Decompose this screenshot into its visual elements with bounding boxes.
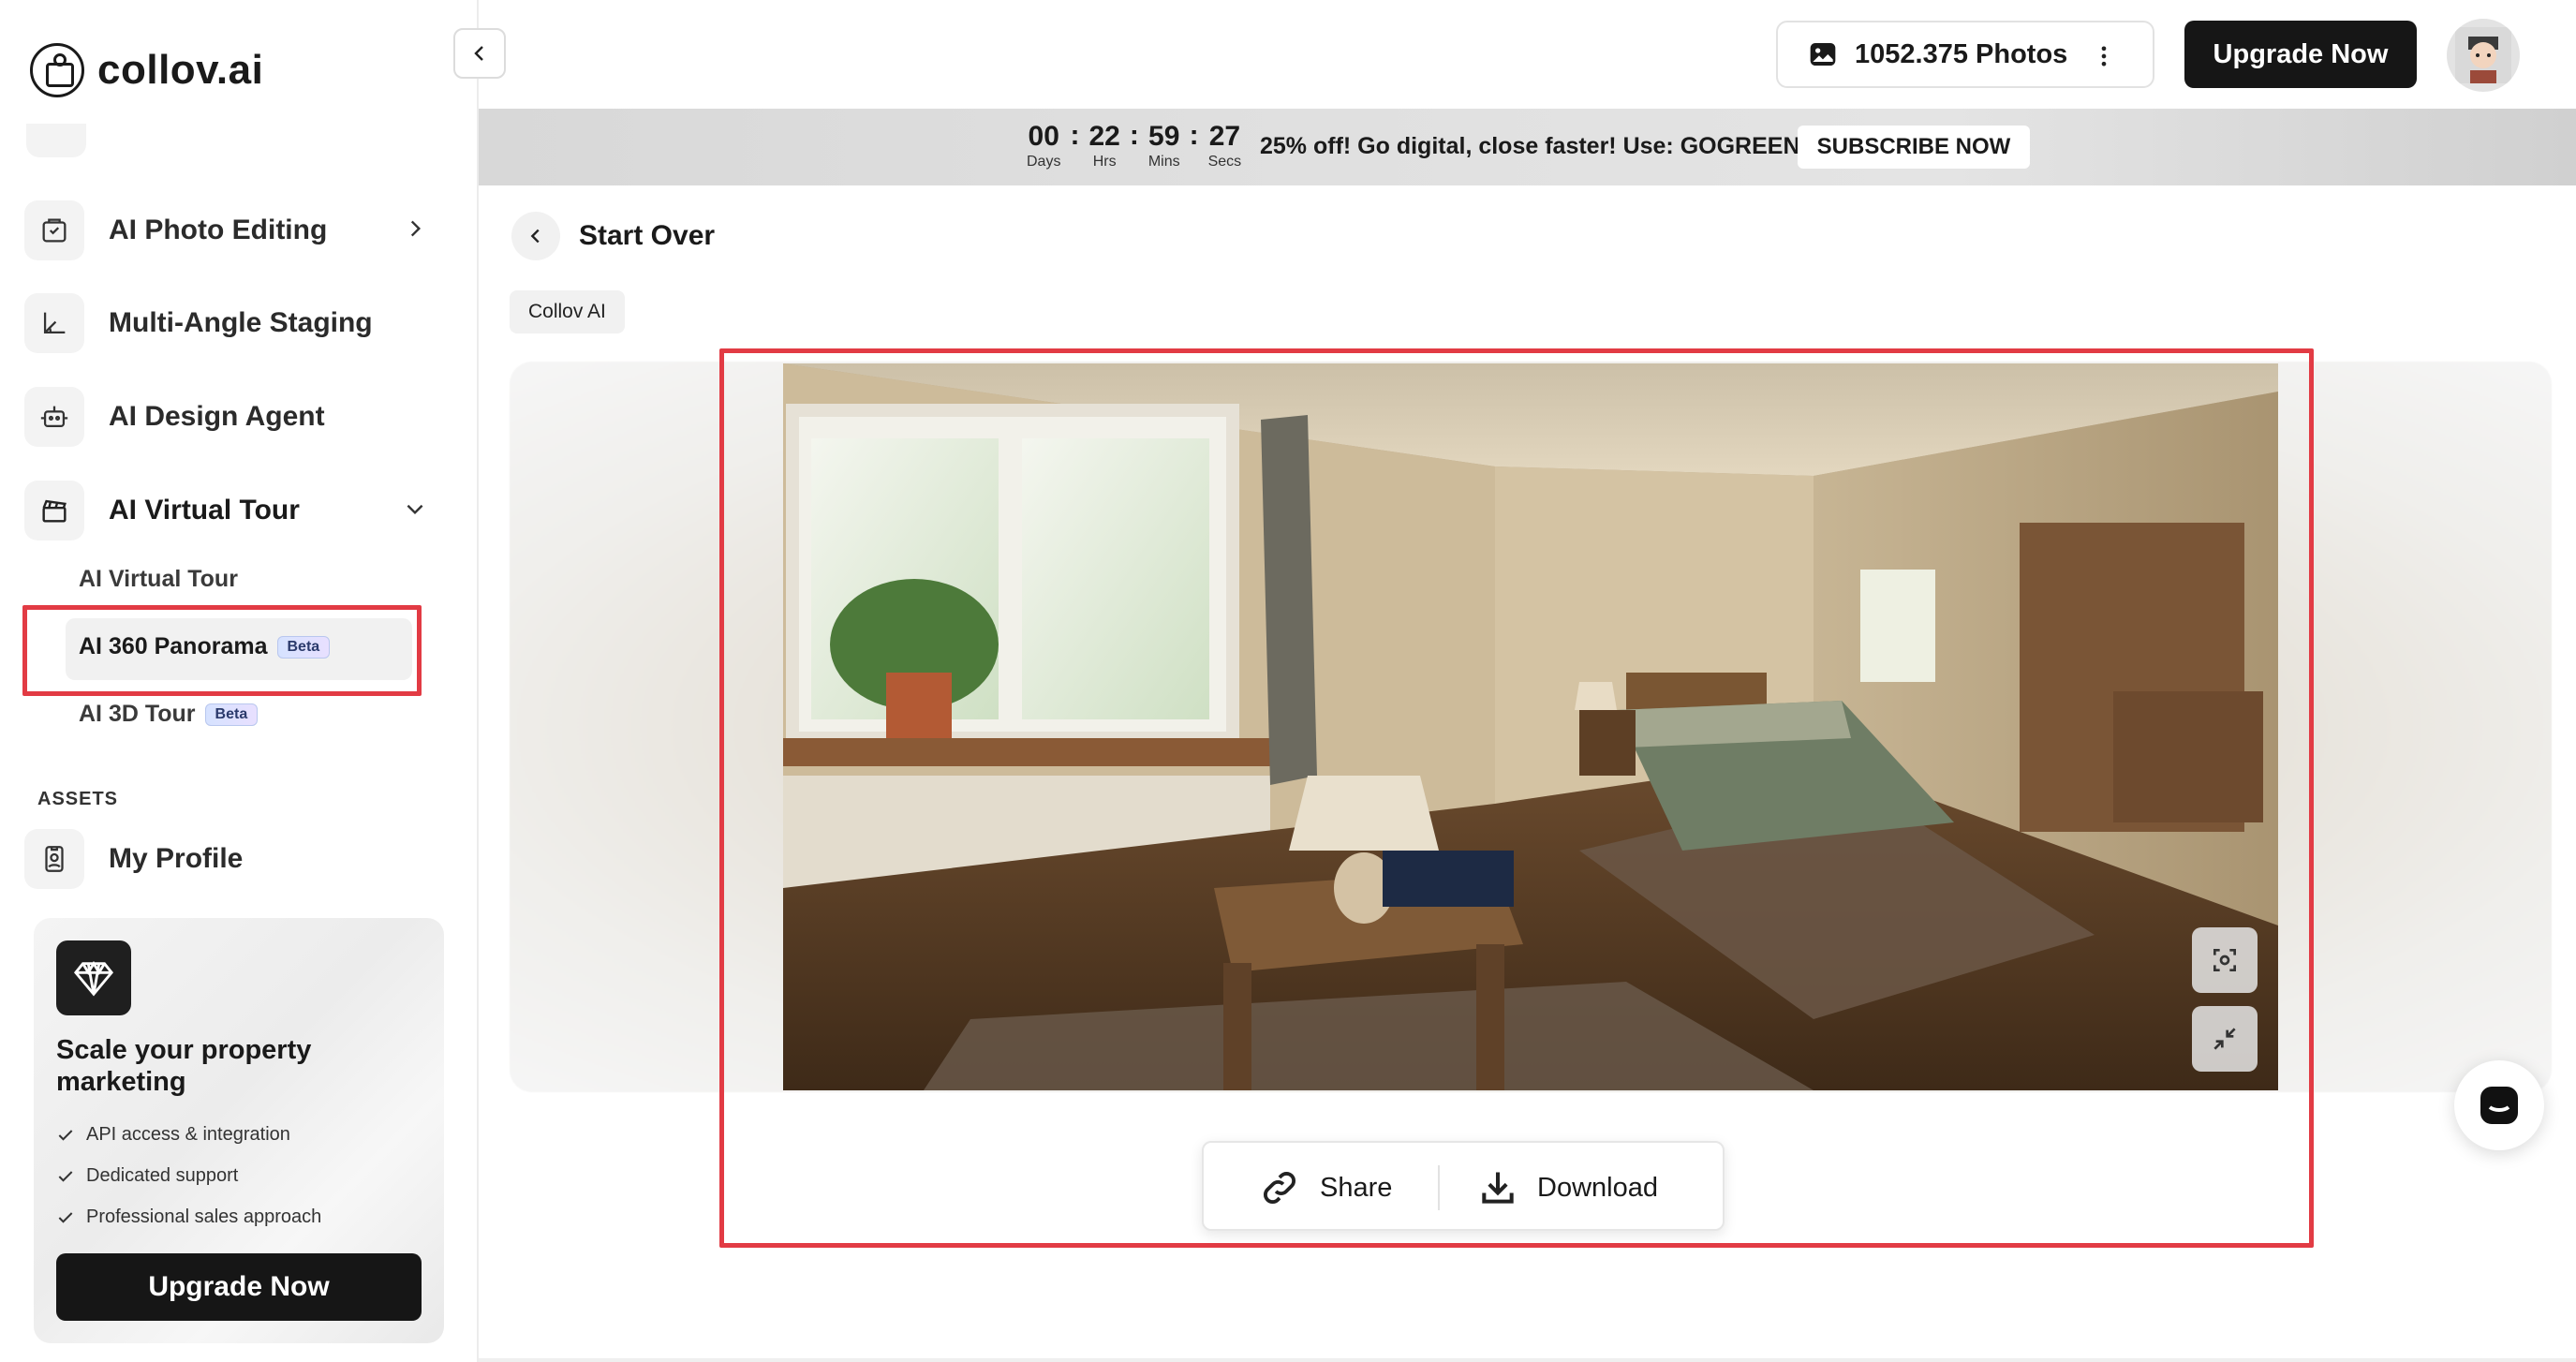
sidebar-item-ai-design-agent[interactable]: AI Design Agent	[24, 380, 446, 453]
promo-upgrade-button[interactable]: Upgrade Now	[56, 1253, 422, 1321]
countdown-value: 59	[1148, 121, 1180, 152]
countdown-minutes: 59 Mins	[1148, 122, 1180, 170]
countdown-value: 00	[1028, 121, 1059, 152]
photos-balance[interactable]: 1052.375 Photos	[1776, 21, 2154, 88]
source-tag: Collov AI	[510, 290, 625, 333]
logo[interactable]: collov.ai	[30, 43, 263, 97]
countdown-unit: Days	[1027, 154, 1061, 170]
download-button[interactable]: Download	[1477, 1143, 1658, 1233]
subitem-label: AI 3D Tour	[79, 701, 196, 727]
sidebar-item-label: My Profile	[109, 843, 244, 874]
sidebar-item-multi-angle-staging[interactable]: Multi-Angle Staging	[24, 287, 446, 360]
sidebar-item-label: AI Virtual Tour	[109, 495, 300, 526]
photo-edit-icon	[24, 200, 84, 260]
sidebar-item-partial	[26, 124, 457, 163]
subitem-label: AI Virtual Tour	[79, 566, 238, 592]
chevron-left-icon	[474, 46, 483, 61]
robot-icon	[24, 387, 84, 447]
action-bar: Share Download	[1202, 1141, 1725, 1231]
sidebar-item-ai-virtual-tour[interactable]: AI Virtual Tour	[24, 474, 446, 547]
countdown-days: 00 Days	[1027, 122, 1060, 170]
chevron-down-icon	[407, 504, 423, 515]
promo-feature: Dedicated support	[56, 1165, 238, 1187]
chat-icon	[2480, 1087, 2518, 1124]
bottom-divider	[479, 1358, 2576, 1362]
kebab-menu-icon[interactable]	[2091, 43, 2117, 69]
share-label: Share	[1320, 1172, 1393, 1203]
sidebar-item-label: AI Design Agent	[109, 401, 325, 432]
share-button[interactable]: Share	[1258, 1143, 1392, 1233]
user-avatar-icon	[2455, 27, 2511, 83]
countdown-value: 22	[1088, 121, 1120, 152]
highlight-box-main	[719, 348, 2314, 1248]
promo-banner: 00 Days : 22 Hrs : 59 Mins : 27 Secs 25%…	[479, 109, 2576, 185]
collov-logo-icon	[30, 43, 84, 97]
promo-feature-label: API access & integration	[86, 1124, 290, 1145]
avatar[interactable]	[2447, 19, 2520, 92]
check-icon	[58, 1211, 73, 1223]
sidebar-subitem-ai-3d-tour[interactable]: AI 3D Tour Beta	[79, 701, 259, 728]
promo-feature-label: Professional sales approach	[86, 1207, 322, 1227]
promo-feature-label: Dedicated support	[86, 1165, 239, 1186]
sidebar-item-label: Multi-Angle Staging	[109, 307, 373, 338]
diamond-icon	[56, 940, 131, 1015]
countdown-timer: 00 Days : 22 Hrs : 59 Mins : 27 Secs	[1027, 122, 1241, 170]
start-over-link[interactable]: Start Over	[511, 212, 715, 260]
multi-angle-icon	[24, 293, 84, 353]
banner-promo-text: 25% off! Go digital, close faster! Use: …	[1260, 133, 1800, 159]
photos-count: 1052.375 Photos	[1855, 38, 2068, 69]
countdown-separator: :	[1129, 120, 1139, 151]
chevron-left-icon	[530, 229, 540, 244]
check-icon	[58, 1129, 73, 1141]
countdown-separator: :	[1070, 120, 1080, 151]
countdown-value: 27	[1208, 121, 1241, 152]
countdown-hours: 22 Hrs	[1088, 122, 1119, 170]
profile-badge-icon	[24, 829, 84, 889]
promo-card: Scale your property marketing API access…	[34, 918, 444, 1343]
countdown-unit: Mins	[1147, 154, 1180, 170]
sidebar-item-label: AI Photo Editing	[109, 215, 328, 245]
countdown-unit: Hrs	[1092, 154, 1117, 170]
countdown-seconds: 27 Secs	[1208, 122, 1242, 170]
chat-launcher-button[interactable]	[2454, 1060, 2544, 1150]
subscribe-now-button[interactable]: SUBSCRIBE NOW	[1798, 126, 2030, 169]
chevron-right-icon	[410, 220, 422, 237]
promo-feature: API access & integration	[56, 1124, 290, 1146]
check-icon	[58, 1170, 73, 1182]
promo-feature: Professional sales approach	[56, 1207, 321, 1228]
download-label: Download	[1537, 1172, 1658, 1203]
countdown-separator: :	[1189, 120, 1199, 151]
countdown-unit: Secs	[1207, 154, 1242, 170]
sidebar-item-my-profile[interactable]: My Profile	[24, 822, 446, 896]
download-icon	[1482, 1172, 1514, 1204]
beta-badge: Beta	[204, 703, 259, 726]
back-button[interactable]	[511, 212, 560, 260]
promo-title: Scale your property marketing	[56, 1035, 312, 1097]
section-label-assets: ASSETS	[37, 789, 119, 809]
start-over-label: Start Over	[579, 220, 716, 251]
highlight-box-sidebar	[22, 605, 422, 696]
link-icon	[1264, 1172, 1295, 1204]
action-divider	[1438, 1165, 1440, 1210]
logo-text: collov.ai	[97, 47, 264, 93]
staging-icon	[26, 124, 86, 157]
upgrade-now-button[interactable]: Upgrade Now	[2184, 21, 2417, 88]
collapse-sidebar-button[interactable]	[453, 28, 506, 79]
sidebar: collov.ai AI Photo Editing Multi-Angle S…	[0, 0, 479, 1362]
image-icon	[1810, 43, 1836, 66]
sidebar-item-ai-photo-editing[interactable]: AI Photo Editing	[24, 194, 446, 267]
sidebar-subitem-ai-virtual-tour[interactable]: AI Virtual Tour	[79, 566, 238, 593]
clapper-icon	[24, 481, 84, 540]
